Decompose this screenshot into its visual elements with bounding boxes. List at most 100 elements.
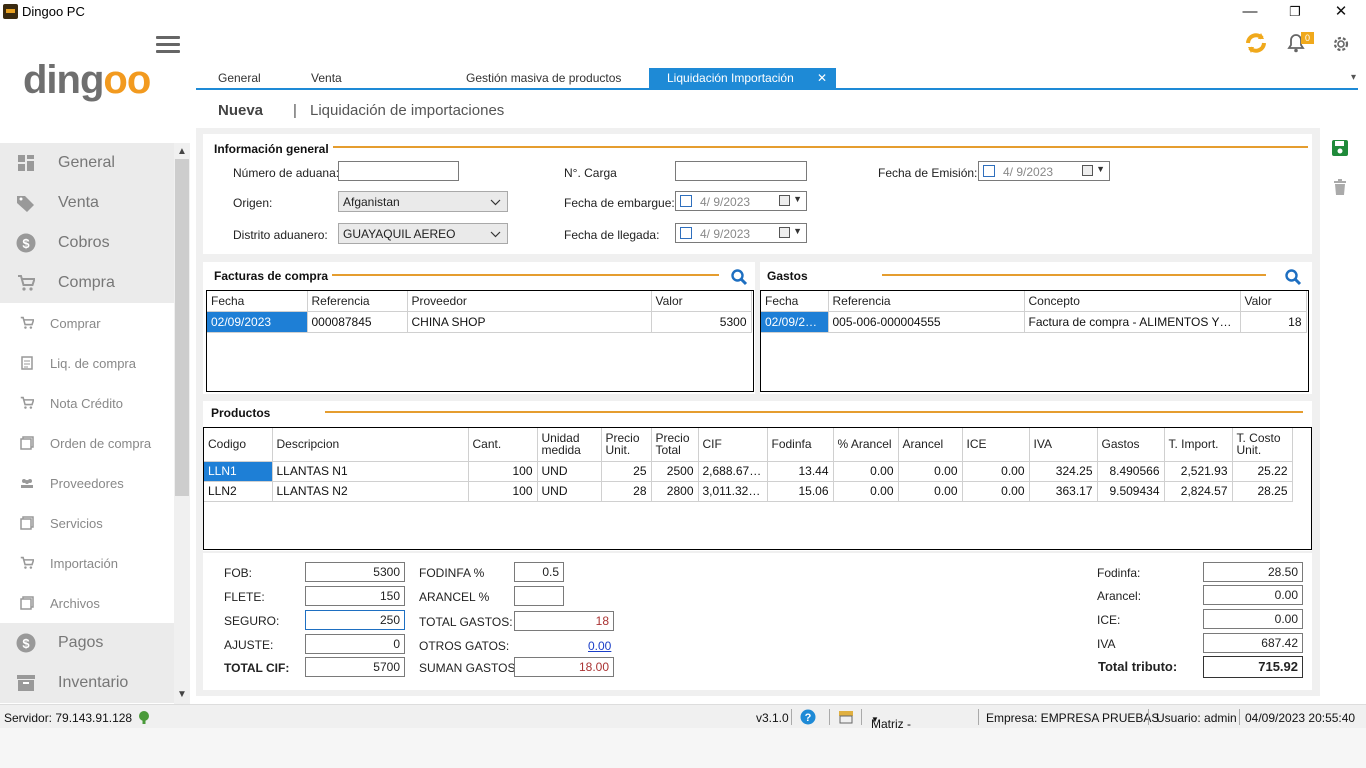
column-header[interactable]: Fecha [207,291,308,312]
table-cell[interactable]: 000087845 [307,311,408,333]
sidebar-item-proveedores[interactable]: Proveedores [0,463,174,503]
table-cell[interactable]: 324.25 [1029,461,1098,482]
table-cell[interactable]: LLANTAS N2 [272,481,469,502]
column-header[interactable]: Fodinfa [767,428,834,462]
sidebar-item-orden-de-compra[interactable]: Orden de compra [0,423,174,463]
sidebar-scrollbar[interactable]: ▲ ▼ [174,143,190,704]
gear-icon[interactable] [1330,33,1352,55]
table-cell[interactable]: 100 [468,481,538,502]
column-header[interactable]: T. Import. [1164,428,1233,462]
numero-aduana-input[interactable] [338,161,459,181]
sidebar-item-nota-cr-dito[interactable]: Nota Crédito [0,383,174,423]
table-row[interactable]: LLN2 LLANTAS N2 100 UND 28 2800 3,011.320... 15… [204,481,1293,502]
column-header[interactable]: Unidad medida [537,428,602,462]
table-cell[interactable]: LLN1 [204,461,273,482]
column-header[interactable]: T. Costo Unit. [1232,428,1293,462]
table-cell[interactable]: 5300 [651,311,752,333]
column-header[interactable]: Valor [651,291,752,312]
table-cell[interactable]: 2500 [651,461,699,482]
table-cell[interactable]: Factura de compra - ALIMENTOS YUPI [1024,311,1241,333]
sync-icon[interactable] [1244,31,1268,55]
table-cell[interactable]: 13.44 [767,461,834,482]
column-header[interactable]: Gastos [1097,428,1165,462]
arancel-pct-input[interactable] [514,586,564,606]
table-cell[interactable]: 02/09/2023 [761,311,829,333]
table-cell[interactable]: 18 [1240,311,1307,333]
table-row[interactable]: LLN1 LLANTAS N1 100 UND 25 2500 2,688.679... 13… [204,461,1293,482]
scroll-up-icon[interactable]: ▲ [176,146,188,158]
seguro-input[interactable]: 250 [305,610,405,630]
table-cell[interactable]: 0.00 [833,461,899,482]
table-cell[interactable]: 9.509434 [1097,481,1165,502]
column-header[interactable]: Arancel [898,428,963,462]
column-header[interactable]: % Arancel [833,428,899,462]
embarque-date-picker[interactable]: 4/ 9/2023 ▼ [675,191,807,211]
table-cell[interactable]: CHINA SHOP [407,311,652,333]
otros-gastos-link[interactable]: 0.00 [588,639,611,653]
table-row[interactable]: 02/09/2023 000087845 CHINA SHOP 5300 [207,311,752,333]
search-icon[interactable] [1284,268,1302,286]
table-cell[interactable]: 0.00 [962,461,1030,482]
column-header[interactable]: Referencia [828,291,1025,312]
emision-checkbox[interactable] [983,165,995,177]
tab-general[interactable]: General [218,68,261,88]
column-header[interactable]: Codigo [204,428,273,462]
column-header[interactable]: Descripcion [272,428,469,462]
save-icon[interactable] [1331,139,1349,157]
table-cell[interactable]: 0.00 [898,481,963,502]
table-cell[interactable]: 2800 [651,481,699,502]
carga-input[interactable] [675,161,807,181]
table-cell[interactable]: UND [537,461,602,482]
sidebar-item-archivos[interactable]: Archivos [0,583,174,623]
tab-liquidacion-importacion[interactable]: Liquidación Importación ✕ [649,68,836,88]
table-cell[interactable]: 25 [601,461,652,482]
table-row[interactable]: 02/09/2023 005-006-000004555 Factura de co… [761,311,1307,333]
column-header[interactable]: Referencia [307,291,408,312]
sidebar-item-servicios[interactable]: Servicios [0,503,174,543]
sidebar-item-liq-de-compra[interactable]: Liq. de compra [0,343,174,383]
distrito-select[interactable]: GUAYAQUIL AEREO [338,223,508,244]
ajuste-input[interactable]: 0 [305,634,405,654]
table-cell[interactable]: UND [537,481,602,502]
table-cell[interactable]: LLN2 [204,481,273,502]
column-header[interactable]: ICE [962,428,1030,462]
table-cell[interactable]: 2,824.57 [1164,481,1233,502]
sidebar-item-compra[interactable]: Compra [0,263,174,303]
column-header[interactable]: Proveedor [407,291,652,312]
table-cell[interactable]: 28 [601,481,652,502]
tab-venta[interactable]: Venta [311,68,342,88]
table-cell[interactable]: 100 [468,461,538,482]
column-header[interactable]: Precio Unit. [601,428,652,462]
emision-date-picker[interactable]: 4/ 9/2023 ▼ [978,161,1110,181]
sidebar-item-venta[interactable]: Venta [0,183,174,223]
maximize-button[interactable]: ❐ [1275,2,1315,22]
column-header[interactable]: Precio Total [651,428,699,462]
search-icon[interactable] [730,268,748,286]
table-cell[interactable]: 28.25 [1232,481,1293,502]
column-header[interactable]: Fecha [761,291,829,312]
close-tab-icon[interactable]: ✕ [817,68,827,88]
llegada-date-picker[interactable]: 4/ 9/2023 ▼ [675,223,807,243]
table-cell[interactable]: 2,521.93 [1164,461,1233,482]
table-cell[interactable]: 3,011.320... [698,481,768,502]
table-cell[interactable]: 15.06 [767,481,834,502]
llegada-checkbox[interactable] [680,227,692,239]
table-cell[interactable]: 005-006-000004555 [828,311,1025,333]
sidebar-item-cobros[interactable]: $ Cobros [0,223,174,263]
table-cell[interactable]: 2,688.679... [698,461,768,482]
sidebar-item-comprar[interactable]: Comprar [0,303,174,343]
scroll-down-icon[interactable]: ▼ [176,689,188,701]
table-cell[interactable]: 0.00 [833,481,899,502]
column-header[interactable]: IVA [1029,428,1098,462]
branch-select[interactable]: Matriz - Principal ▼ [871,711,917,745]
menu-icon[interactable] [156,36,180,54]
sidebar-item-inventario[interactable]: Inventario [0,663,174,703]
column-header[interactable]: Concepto [1024,291,1241,312]
column-header[interactable]: CIF [698,428,768,462]
delete-icon[interactable] [1333,179,1347,195]
table-cell[interactable]: 8.490566 [1097,461,1165,482]
table-cell[interactable]: LLANTAS N1 [272,461,469,482]
table-cell[interactable]: 02/09/2023 [207,311,308,333]
column-header[interactable]: Cant. [468,428,538,462]
sidebar-item-pagos[interactable]: $ Pagos [0,623,174,663]
